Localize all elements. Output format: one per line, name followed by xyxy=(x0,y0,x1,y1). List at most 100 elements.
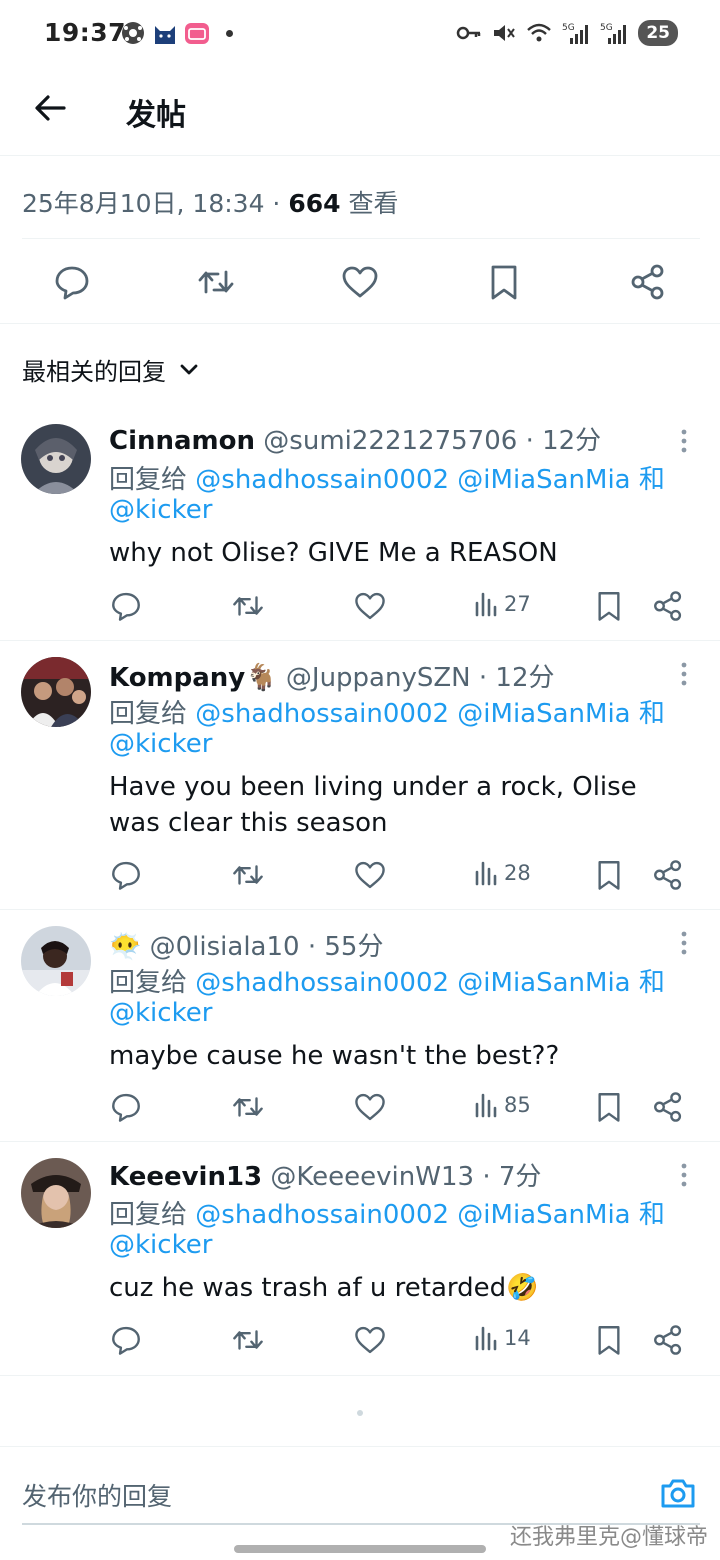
reply-text: Have you been living under a rock, Olise… xyxy=(109,772,637,838)
repost-icon[interactable] xyxy=(231,589,265,623)
wifi-icon xyxy=(527,23,552,42)
views-count: 28 xyxy=(504,861,531,885)
analytics-icon xyxy=(475,861,497,886)
like-icon[interactable] xyxy=(353,1090,387,1124)
home-indicator[interactable] xyxy=(234,1545,486,1553)
reply-text: why not Olise? GIVE Me a REASON xyxy=(109,538,558,568)
share-icon[interactable] xyxy=(651,1323,685,1357)
bookmark-icon[interactable] xyxy=(592,1323,626,1357)
display-name[interactable]: 😶‍🌫️ xyxy=(109,932,141,962)
views-stat[interactable]: 85 xyxy=(474,1092,531,1118)
share-icon[interactable] xyxy=(628,262,668,302)
reply-item[interactable]: Kompany🐐 @JuppanySZN · 12分 回复给 @shadhoss… xyxy=(0,641,720,910)
avatar[interactable] xyxy=(21,657,91,727)
bookmark-icon[interactable] xyxy=(592,1090,626,1124)
reply-item[interactable]: 😶‍🌫️ @0lisiala10 · 55分 回复给 @shadhossain0… xyxy=(0,910,720,1142)
battery-indicator: 25 xyxy=(638,20,678,46)
mention-link[interactable]: @iMiaSanMia xyxy=(457,968,630,998)
analytics-icon xyxy=(475,1093,497,1118)
signal-5g-icon: 5G xyxy=(562,23,589,44)
repost-icon[interactable] xyxy=(231,1323,265,1357)
views-count: 85 xyxy=(504,1093,531,1117)
user-handle[interactable]: @KeeeevinW13 xyxy=(270,1162,474,1192)
share-icon[interactable] xyxy=(651,589,685,623)
repost-icon[interactable] xyxy=(196,262,236,302)
more-notifications-dot xyxy=(226,29,233,37)
mention-link[interactable]: @kicker xyxy=(109,495,212,525)
page-title: 发帖 xyxy=(126,98,186,133)
replying-to-cont: @kicker xyxy=(109,495,212,525)
reply-icon[interactable] xyxy=(109,858,143,892)
notification-icons xyxy=(120,20,233,46)
mention-link[interactable]: @iMiaSanMia xyxy=(457,465,630,495)
reply-item[interactable]: Keeevin13 @KeeeevinW13 · 7分 回复给 @shadhos… xyxy=(0,1142,720,1376)
mention-link[interactable]: @kicker xyxy=(109,1230,212,1260)
meta-divider xyxy=(22,238,700,239)
replying-to-label: 回复给 xyxy=(109,968,188,998)
more-options-icon[interactable] xyxy=(674,928,694,958)
more-options-icon[interactable] xyxy=(674,659,694,689)
back-arrow-icon[interactable] xyxy=(30,88,70,128)
avatar[interactable] xyxy=(21,424,91,494)
cat-app-icon xyxy=(155,26,175,44)
replying-to: 回复给 @shadhossain0002 @iMiaSanMia 和 xyxy=(109,962,665,999)
mention-link[interactable]: @iMiaSanMia xyxy=(457,699,630,729)
mention-link[interactable]: @shadhossain0002 xyxy=(195,699,449,729)
user-handle[interactable]: @JuppanySZN xyxy=(286,663,471,693)
like-icon[interactable] xyxy=(353,1323,387,1357)
views-stat[interactable]: 27 xyxy=(474,591,531,617)
reply-sort-dropdown[interactable]: 最相关的回复 xyxy=(22,352,200,387)
display-name[interactable]: Cinnamon xyxy=(109,426,255,456)
share-icon[interactable] xyxy=(651,1090,685,1124)
user-handle[interactable]: @0lisiala10 xyxy=(150,932,300,962)
replying-to-label: 回复给 xyxy=(109,1200,188,1230)
like-icon[interactable] xyxy=(353,589,387,623)
views-count: 14 xyxy=(504,1326,531,1350)
like-icon[interactable] xyxy=(353,858,387,892)
like-icon[interactable] xyxy=(340,262,380,302)
reply-action-bar: 85 xyxy=(0,1090,720,1130)
repost-icon[interactable] xyxy=(231,1090,265,1124)
mute-icon xyxy=(494,25,516,41)
post-view-count[interactable]: 664 xyxy=(288,189,340,218)
reply-item[interactable]: Cinnamon @sumi2221275706 · 12分 回复给 @shad… xyxy=(0,404,720,641)
reply-action-bar: 28 xyxy=(0,858,720,898)
bookmark-icon[interactable] xyxy=(592,858,626,892)
post-view-label[interactable]: 查看 xyxy=(341,189,398,218)
views-stat[interactable]: 14 xyxy=(474,1325,531,1351)
camera-icon[interactable] xyxy=(658,1473,698,1513)
svg-text:5G: 5G xyxy=(562,23,575,33)
sort-label: 最相关的回复 xyxy=(22,358,166,386)
display-name[interactable]: Keeevin13 xyxy=(109,1162,262,1192)
display-name[interactable]: Kompany🐐 xyxy=(109,663,278,693)
mention-link[interactable]: @shadhossain0002 xyxy=(195,465,449,495)
mention-link[interactable]: @shadhossain0002 xyxy=(195,1200,449,1230)
analytics-icon xyxy=(475,1326,497,1351)
system-icons: 5G 5G 25 xyxy=(456,20,678,46)
reply-input[interactable]: 发布你的回复 xyxy=(22,1477,172,1513)
avatar[interactable] xyxy=(21,1158,91,1228)
reply-icon[interactable] xyxy=(109,589,143,623)
reply-icon[interactable] xyxy=(52,262,92,302)
reply-text: maybe cause he wasn't the best?? xyxy=(109,1041,560,1071)
soccer-ball-icon xyxy=(122,22,144,44)
user-handle[interactable]: @sumi2221275706 xyxy=(263,426,517,456)
mention-link[interactable]: @iMiaSanMia xyxy=(457,1200,630,1230)
reply-icon[interactable] xyxy=(109,1323,143,1357)
mention-link[interactable]: @shadhossain0002 xyxy=(195,968,449,998)
bookmark-icon[interactable] xyxy=(484,262,524,302)
more-options-icon[interactable] xyxy=(674,426,694,456)
mention-link[interactable]: @kicker xyxy=(109,729,212,759)
reply-time: · 12分 xyxy=(478,663,555,693)
share-icon[interactable] xyxy=(651,858,685,892)
and-conj: 和 xyxy=(638,968,665,998)
replying-to: 回复给 @shadhossain0002 @iMiaSanMia 和 xyxy=(109,1194,665,1231)
more-options-icon[interactable] xyxy=(674,1160,694,1190)
mention-link[interactable]: @kicker xyxy=(109,998,212,1028)
bookmark-icon[interactable] xyxy=(592,589,626,623)
avatar[interactable] xyxy=(21,926,91,996)
reply-header: Cinnamon @sumi2221275706 · 12分 xyxy=(109,420,601,457)
repost-icon[interactable] xyxy=(231,858,265,892)
reply-icon[interactable] xyxy=(109,1090,143,1124)
views-stat[interactable]: 28 xyxy=(474,860,531,886)
